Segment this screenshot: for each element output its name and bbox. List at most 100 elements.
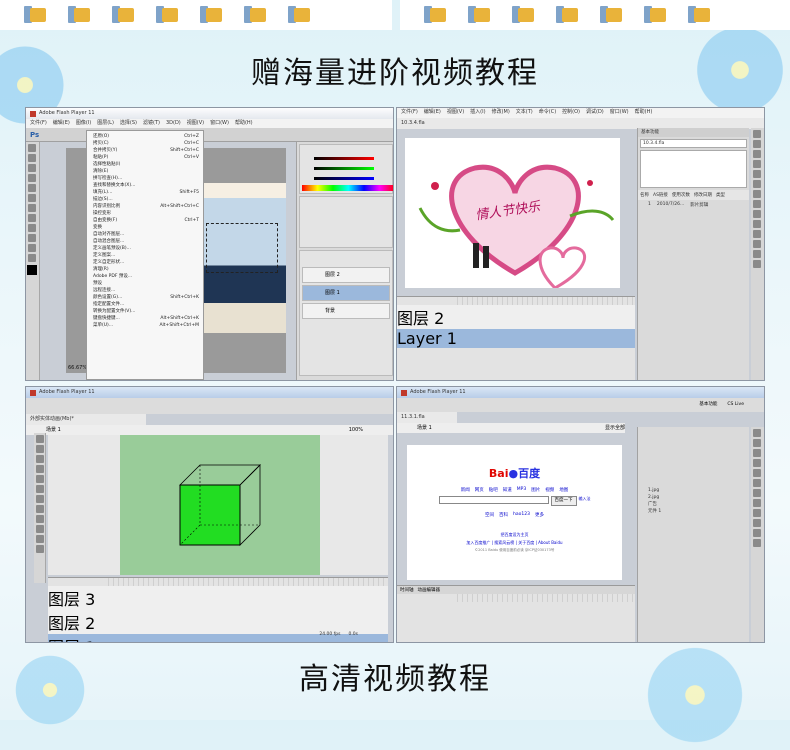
menu-item[interactable]: 自动混合图层...	[87, 238, 203, 245]
baidu-footer-links[interactable]: 加入百度推广 | 搜索风云榜 | 关于百度 | About Baidu	[407, 540, 622, 546]
baidu-search-button[interactable]: 百度一下	[550, 496, 577, 506]
baidu-homepage-link[interactable]: 把百度设为主页	[407, 532, 622, 538]
library-column-header[interactable]: 修改日期	[694, 192, 712, 198]
baidu-nav-link[interactable]: MP3	[517, 487, 526, 493]
tool-icon[interactable]	[753, 140, 761, 148]
tool-icon[interactable]	[753, 190, 761, 198]
menu-bar-item[interactable]: 滤镜(T)	[143, 119, 160, 128]
tool-icon[interactable]	[28, 174, 36, 182]
tool-icon[interactable]	[36, 495, 44, 503]
tool-icon[interactable]	[28, 224, 36, 232]
tool-icon[interactable]	[36, 515, 44, 523]
tool-icon[interactable]	[28, 164, 36, 172]
tool-icon[interactable]	[753, 469, 761, 477]
tool-icon[interactable]	[753, 150, 761, 158]
tool-icon[interactable]	[36, 465, 44, 473]
zoom-select[interactable]: 显示全部	[605, 423, 625, 433]
menu-bar-item[interactable]: 帮助(H)	[235, 119, 253, 128]
menu-item[interactable]: 查找和替换文本(X)...	[87, 182, 203, 189]
library-item[interactable]: 元件 1	[638, 508, 749, 515]
timeline-layer-row[interactable]: 图层 3	[48, 586, 388, 610]
tool-icon[interactable]	[753, 449, 761, 457]
tool-icon[interactable]	[753, 499, 761, 507]
tool-icon[interactable]	[36, 435, 44, 443]
menu-item[interactable]: 合并拷贝(Y) Shift+Ctrl+C	[87, 147, 203, 154]
menu-item[interactable]: 定义画笔预设(B)...	[87, 245, 203, 252]
menu-item[interactable]: Adobe PDF 预设...	[87, 273, 203, 280]
library-column-header[interactable]: AS链接	[653, 192, 668, 198]
tool-icon[interactable]	[28, 214, 36, 222]
baidu-nav-link[interactable]: 视频	[545, 487, 554, 493]
tool-icon[interactable]	[753, 130, 761, 138]
tool-icon[interactable]	[36, 475, 44, 483]
baidu-search-input[interactable]	[438, 496, 549, 504]
baidu-nav-link[interactable]: 地图	[559, 487, 568, 493]
timeline-tab[interactable]: 时间轴	[400, 587, 414, 593]
baidu-nav-link[interactable]: 新闻	[461, 487, 470, 493]
tool-icon[interactable]	[753, 489, 761, 497]
tool-icon[interactable]	[753, 519, 761, 527]
menu-item[interactable]: 填充(L)... Shift+F5	[87, 189, 203, 196]
menu-item[interactable]: 拷贝(C) Ctrl+C	[87, 140, 203, 147]
tool-icon[interactable]	[753, 459, 761, 467]
menu-item[interactable]: 清除(E)	[87, 168, 203, 175]
baidu-nav-link[interactable]: 网页	[475, 487, 484, 493]
menu-item[interactable]: 内容识别比例 Alt+Shift+Ctrl+C	[87, 203, 203, 210]
tool-icon[interactable]	[36, 455, 44, 463]
menu-item[interactable]: 描边(S)...	[87, 196, 203, 203]
menu-item[interactable]: 颜色设置(G)... Shift+Ctrl+K	[87, 294, 203, 301]
menu-item[interactable]: 菜单(U)... Alt+Shift+Ctrl+M	[87, 322, 203, 329]
baidu-sub-link[interactable]: 更多	[535, 512, 544, 518]
menu-item[interactable]: 指定配置文件...	[87, 301, 203, 308]
library-item[interactable]: 1.jpg	[638, 487, 749, 494]
workspace-select[interactable]: 基本功能	[699, 398, 717, 412]
menu-item[interactable]: 变换	[87, 224, 203, 231]
menu-bar-item[interactable]: 文件(F)	[401, 108, 418, 118]
menu-bar-item[interactable]: 3D(D)	[166, 119, 181, 128]
timeline-layer-row[interactable]: 图层 2	[48, 610, 388, 634]
tool-icon[interactable]	[753, 260, 761, 268]
tool-icon[interactable]	[753, 240, 761, 248]
tool-icon[interactable]	[36, 505, 44, 513]
tool-icon[interactable]	[753, 529, 761, 537]
tool-icon[interactable]	[753, 250, 761, 258]
menu-item[interactable]: 定义图案...	[87, 252, 203, 259]
spectrum-bar[interactable]	[302, 185, 393, 191]
tool-icon[interactable]	[753, 539, 761, 547]
tool-icon[interactable]	[753, 479, 761, 487]
menu-item[interactable]: 转换为配置文件(V)...	[87, 308, 203, 315]
menu-item[interactable]: 定义自定形状...	[87, 259, 203, 266]
tool-icon[interactable]	[753, 509, 761, 517]
tool-icon[interactable]	[753, 210, 761, 218]
menu-item[interactable]: 还原(O) Ctrl+Z	[87, 133, 203, 140]
library-column-header[interactable]: 类型	[716, 192, 725, 198]
library-row[interactable]: 1 2010/7/26... 影片剪辑	[638, 200, 749, 210]
baidu-sub-link[interactable]: 空间	[485, 512, 494, 518]
menu-item[interactable]: 自动对齐图层...	[87, 231, 203, 238]
blue-slider[interactable]	[314, 177, 374, 180]
tool-icon[interactable]	[28, 144, 36, 152]
menu-bar-item[interactable]: 修改(M)	[492, 108, 510, 118]
tool-icon[interactable]	[28, 204, 36, 212]
tool-icon[interactable]	[753, 439, 761, 447]
timeline-layer-row[interactable]: 图层 2	[397, 305, 635, 329]
menu-bar-item[interactable]: 窗口(W)	[610, 108, 629, 118]
tool-icon[interactable]	[753, 170, 761, 178]
menu-item[interactable]: 粘贴(P) Ctrl+V	[87, 154, 203, 161]
library-item[interactable]: 2.jpg	[638, 494, 749, 501]
menu-item[interactable]: 拼写检查(H)...	[87, 175, 203, 182]
timeline-layer-row[interactable]: Layer 1	[397, 329, 635, 348]
tool-icon[interactable]	[753, 180, 761, 188]
tool-icon[interactable]	[753, 230, 761, 238]
layer-row[interactable]: 背景	[302, 303, 390, 319]
cs-live-button[interactable]: CS Live	[727, 398, 744, 412]
tool-icon[interactable]	[753, 220, 761, 228]
tool-icon[interactable]	[36, 525, 44, 533]
menu-bar-item[interactable]: 命令(C)	[539, 108, 556, 118]
menu-bar-item[interactable]: 帮助(H)	[635, 108, 653, 118]
layer-row[interactable]: 图层 2	[302, 267, 390, 283]
ime-link[interactable]: 输入法	[579, 496, 591, 506]
menu-bar-item[interactable]: 视图(V)	[187, 119, 204, 128]
menu-item[interactable]: 自由变换(F) Ctrl+T	[87, 217, 203, 224]
menu-bar-item[interactable]: 选择(S)	[120, 119, 137, 128]
